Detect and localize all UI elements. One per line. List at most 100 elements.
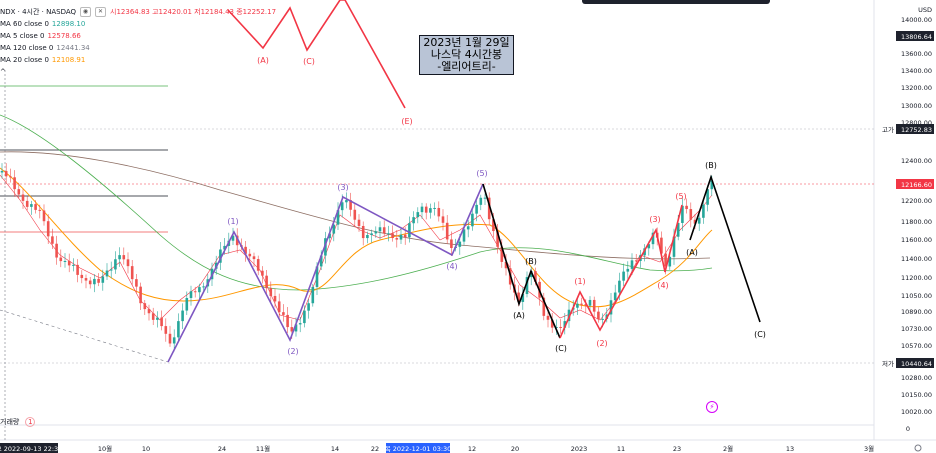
candle-body bbox=[391, 233, 394, 239]
candle-body bbox=[441, 216, 445, 223]
candle-body bbox=[17, 189, 21, 195]
candle-body bbox=[126, 259, 130, 267]
candle-body bbox=[697, 217, 701, 224]
candle-body bbox=[618, 280, 621, 293]
candle-body bbox=[76, 264, 79, 275]
price-tick: 11800.00 bbox=[901, 218, 932, 226]
annotation-line-3: -엘리어트리- bbox=[437, 60, 496, 73]
candle-body bbox=[72, 264, 75, 266]
floating-toolbar[interactable] bbox=[582, 0, 770, 4]
time-tick: 11 bbox=[617, 445, 625, 453]
lightning-icon[interactable]: ⚡ bbox=[706, 401, 718, 413]
wave-label-black-c1: (C) bbox=[555, 344, 567, 353]
candle-body bbox=[269, 288, 273, 296]
candle-body bbox=[118, 255, 121, 260]
candle-body bbox=[202, 286, 205, 288]
candle-body bbox=[429, 208, 432, 213]
volume-label[interactable]: 거래량 bbox=[0, 417, 19, 427]
candle-body bbox=[93, 278, 96, 285]
candle-body bbox=[51, 236, 54, 244]
price-tick: 10150.00 bbox=[901, 391, 932, 399]
candle-body bbox=[311, 286, 315, 304]
indicator-label[interactable]: MA 60 close 0 bbox=[0, 20, 49, 28]
candle-body bbox=[437, 207, 441, 217]
black-abc-wave-2[interactable] bbox=[689, 174, 761, 323]
wave-label-purple-3: (3) bbox=[337, 183, 348, 192]
candle-body bbox=[282, 312, 285, 315]
candle-body bbox=[613, 292, 617, 301]
time-tick: 22 bbox=[371, 445, 379, 453]
candle-body bbox=[21, 194, 25, 201]
candle-body bbox=[46, 221, 50, 237]
high-label: 고가 bbox=[882, 125, 894, 134]
price-tick: 10570.00 bbox=[901, 342, 932, 350]
symbol-title[interactable]: NDX · 4시간 · NASDAQ bbox=[0, 6, 76, 18]
indicator-value: 12578.66 bbox=[47, 32, 81, 40]
candle-body bbox=[408, 223, 411, 238]
price-tick: 11400.00 bbox=[901, 255, 932, 263]
candle-body bbox=[286, 314, 289, 328]
candle-body bbox=[34, 204, 37, 210]
candle-body bbox=[433, 207, 436, 209]
candle-body bbox=[252, 256, 256, 260]
candle-body bbox=[42, 210, 46, 222]
candle-body bbox=[445, 222, 449, 240]
candle-body bbox=[97, 278, 100, 283]
eye-icon[interactable]: ◉ bbox=[80, 7, 92, 17]
wave-label-red-2: (2) bbox=[596, 339, 607, 348]
indicator-label[interactable]: MA 120 close 0 bbox=[0, 44, 53, 52]
candle-body bbox=[135, 279, 138, 287]
candle-body bbox=[559, 326, 562, 328]
candle-body bbox=[177, 321, 180, 338]
candle-body bbox=[546, 315, 550, 320]
collapse-chevron-icon[interactable]: ^ bbox=[0, 66, 276, 78]
wave-label-black-b2: (B) bbox=[705, 161, 717, 170]
candle-body bbox=[181, 310, 184, 322]
candle-body bbox=[450, 239, 453, 249]
price-tick: 11600.00 bbox=[901, 236, 932, 244]
wave-label-purple-4: (4) bbox=[446, 262, 457, 271]
candle-body bbox=[630, 260, 634, 269]
candle-body bbox=[366, 234, 369, 239]
ma5-line bbox=[0, 174, 713, 321]
candle-body bbox=[576, 303, 579, 308]
red-impulse-wave[interactable] bbox=[559, 204, 683, 339]
candle-body bbox=[55, 243, 58, 258]
wave-label-red-c: (C) bbox=[303, 57, 315, 66]
candle-body bbox=[114, 259, 117, 270]
candle-body bbox=[424, 206, 428, 213]
indicator-label[interactable]: MA 20 close 0 bbox=[0, 56, 49, 64]
candle-body bbox=[25, 200, 29, 207]
low-label: 저가 bbox=[882, 359, 894, 368]
candle-body bbox=[30, 204, 33, 207]
close-icon[interactable]: ✕ bbox=[95, 7, 107, 17]
candle-body bbox=[38, 209, 42, 211]
candle-body bbox=[143, 303, 147, 310]
price-tick: 13200.00 bbox=[901, 84, 932, 92]
time-tick: 24 bbox=[218, 445, 226, 453]
candle-body bbox=[185, 297, 189, 311]
time-tick: 23 bbox=[673, 445, 681, 453]
purple-impulse-wave[interactable] bbox=[167, 183, 484, 363]
candle-body bbox=[395, 238, 399, 240]
candle-body bbox=[592, 299, 596, 312]
candle-body bbox=[597, 311, 600, 320]
chart-annotation-box[interactable]: 2023년 1월 29일 나스닥 4시간봉 -엘리어트리- bbox=[419, 35, 514, 75]
descending-trend-line[interactable] bbox=[0, 309, 169, 363]
wave-label-red-e: (E) bbox=[401, 117, 412, 126]
wave-label-red-3: (3) bbox=[649, 215, 660, 224]
volume-axis-zero: 0 bbox=[906, 425, 910, 433]
candle-body bbox=[345, 200, 348, 203]
ma20-line bbox=[0, 167, 713, 308]
indicator-label[interactable]: MA 5 close 0 bbox=[0, 32, 44, 40]
candle-body bbox=[466, 226, 470, 230]
candle-body bbox=[160, 317, 163, 327]
candle-body bbox=[147, 309, 151, 314]
current-price-tag: 12166.60 bbox=[901, 181, 932, 189]
volume-badge[interactable]: 1 bbox=[25, 417, 36, 427]
candle-body bbox=[122, 255, 126, 260]
wave-label-black-b1: (B) bbox=[525, 257, 537, 266]
candle-body bbox=[370, 233, 373, 235]
candle-body bbox=[634, 260, 638, 262]
price-tick: 12400.00 bbox=[901, 157, 932, 165]
